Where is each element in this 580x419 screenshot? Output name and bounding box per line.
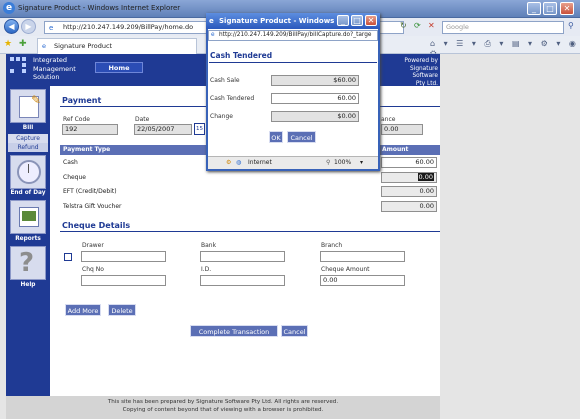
cheque-checkbox[interactable] (64, 253, 72, 261)
favorites-star-icon[interactable]: ★ (4, 39, 12, 49)
delete-button[interactable]: Delete (108, 304, 136, 316)
cash-sale-field[interactable]: $60.00 (271, 75, 359, 86)
cash-tendered-input[interactable]: 60.00 (271, 93, 359, 104)
payment-row-eft: EFT (Credit/Debit) (63, 188, 117, 195)
reports-icon[interactable] (10, 200, 46, 234)
zoom-dropdown-icon[interactable]: ▾ (360, 157, 363, 169)
sidebar-item-capture[interactable]: Capture (8, 134, 48, 143)
gift-voucher-amount-input[interactable]: 0.00 (381, 201, 437, 212)
ref-code-label: Ref Code (63, 116, 90, 123)
close-icon[interactable]: ✕ (560, 2, 574, 15)
popup-ie-icon: e (209, 17, 214, 25)
cash-amount-input[interactable]: 60.00 (381, 157, 437, 168)
chq-no-field[interactable] (81, 275, 166, 286)
cancel-button[interactable]: Cancel (281, 325, 308, 337)
popup-close-icon[interactable]: ✕ (365, 15, 377, 26)
id-field[interactable] (200, 275, 285, 286)
internet-zone-icon: ◍ (236, 159, 242, 166)
popup-status-bar: ⚙ ◍ Internet ⚲ 100% ▾ (208, 156, 378, 169)
cash-tendered-label: Cash Tendered (210, 95, 255, 102)
bill-pencil-icon[interactable]: ✎ (10, 89, 46, 123)
popup-minimize-icon[interactable]: _ (337, 15, 349, 26)
branch-field[interactable] (320, 251, 405, 262)
minimize-icon[interactable]: _ (527, 2, 541, 15)
tab-signature-product[interactable]: e Signature Product (37, 38, 197, 54)
payment-heading: Payment (62, 96, 102, 105)
popup-page-icon: e (211, 32, 215, 38)
change-label: Change (210, 113, 233, 120)
page-icon: e (49, 24, 54, 32)
zoom-icon[interactable]: ⚲ (326, 157, 330, 169)
popup-status-lock-icon: ⚙ (226, 159, 232, 166)
balance-label: ance (381, 116, 396, 123)
bank-label: Bank (201, 242, 217, 249)
cheque-amount-label: Cheque Amount (321, 266, 370, 273)
balance-field[interactable]: 0.00 (381, 124, 423, 135)
home-button[interactable]: Home (95, 62, 143, 73)
add-more-button[interactable]: Add More (65, 304, 101, 316)
calendar-icon[interactable]: 15 (194, 123, 205, 135)
popup-cancel-button[interactable]: Cancel (287, 131, 316, 143)
sidebar-item-end-of-day[interactable]: End of Day (8, 190, 48, 196)
chq-no-label: Chq No (82, 266, 104, 273)
popup-address-bar[interactable]: e http://210.247.149.209/BillPay/billCapt… (208, 30, 378, 41)
bank-field[interactable] (200, 251, 285, 262)
powered-by: Powered by Signature Software Pty Ltd. (404, 58, 438, 87)
cash-sale-label: Cash Sale (210, 77, 240, 84)
cheque-divider (60, 231, 440, 232)
refresh-icon[interactable]: ↻ (400, 21, 407, 30)
date-label: Date (135, 116, 150, 123)
question-mark-icon[interactable]: ? (10, 246, 46, 280)
popup-maximize-icon[interactable]: □ (351, 15, 363, 26)
drawer-label: Drawer (82, 242, 104, 249)
maximize-icon[interactable]: □ (543, 2, 557, 15)
payment-row-cheque: Cheque (63, 174, 86, 181)
add-favorites-icon[interactable]: ✚ (19, 39, 27, 49)
popup-divider (209, 62, 377, 63)
cheque-amount-field[interactable]: 0.00 (320, 275, 405, 286)
back-button[interactable]: ◀ (4, 19, 19, 34)
payment-row-gift-voucher: Telstra Gift Voucher (63, 203, 122, 210)
ie-logo-icon: e (3, 2, 15, 14)
popup-heading: Cash Tendered (210, 51, 273, 60)
change-field[interactable]: $0.00 (271, 111, 359, 122)
complete-transaction-button[interactable]: Complete Transaction (190, 325, 278, 337)
drawer-field[interactable] (81, 251, 166, 262)
brand-logo-icon (10, 57, 30, 81)
popup-ok-button[interactable]: OK (269, 131, 283, 143)
brand-name: Integrated Management Solution (33, 56, 76, 81)
id-label: I.D. (201, 266, 212, 273)
payment-row-cash: Cash (63, 159, 78, 166)
search-icon[interactable]: ⚲ (568, 21, 574, 30)
date-field[interactable]: 22/05/2007 (134, 124, 192, 135)
zoom-level[interactable]: 100% (334, 157, 351, 169)
browser-title: Signature Product - Windows Internet Exp… (18, 4, 181, 12)
sidebar-item-bill[interactable]: Bill (8, 125, 48, 131)
forward-button[interactable]: ▶ (21, 19, 36, 34)
go-icon[interactable]: ⟳ (414, 21, 421, 30)
branch-label: Branch (321, 242, 343, 249)
stop-icon[interactable]: ✕ (428, 21, 435, 30)
eft-amount-input[interactable]: 0.00 (381, 186, 437, 197)
internet-zone-label: Internet (248, 159, 272, 166)
sidebar-item-refund[interactable]: Refund (8, 143, 48, 152)
cheque-amount-input[interactable]: 0.00 (381, 172, 437, 183)
tab-page-icon: e (42, 42, 46, 50)
page-footer: This site has been prepared by Signature… (6, 396, 440, 419)
ref-code-field[interactable]: 192 (62, 124, 118, 135)
cheque-details-heading: Cheque Details (62, 221, 131, 230)
clock-icon[interactable] (10, 155, 46, 189)
sidebar-item-reports[interactable]: Reports (8, 236, 48, 242)
sidebar-item-help[interactable]: Help (8, 282, 48, 288)
search-input[interactable]: Google (442, 21, 564, 34)
